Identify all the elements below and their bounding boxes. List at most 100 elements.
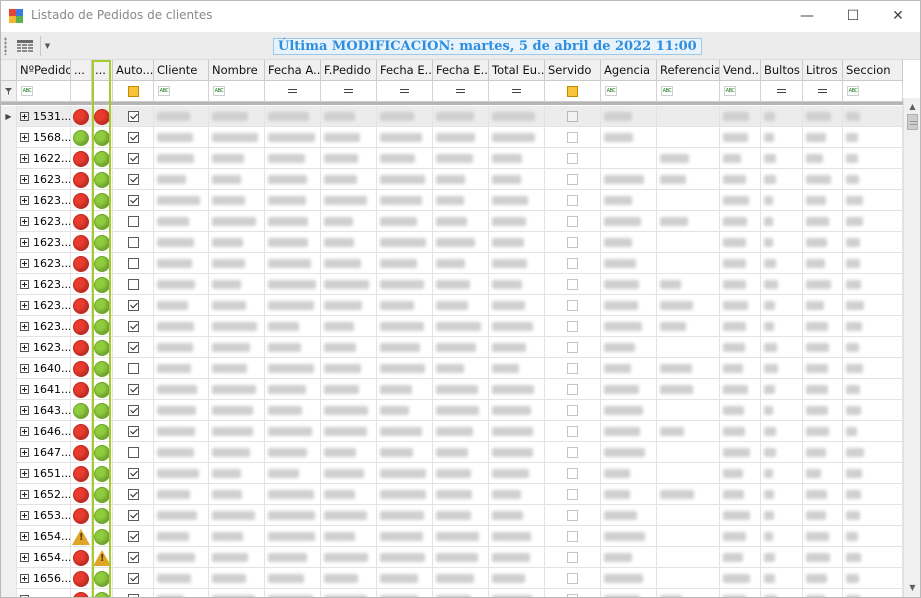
redacted-cell[interactable] xyxy=(657,190,720,211)
redacted-cell[interactable] xyxy=(545,232,601,253)
auto-checkbox[interactable] xyxy=(127,405,139,416)
redacted-cell[interactable] xyxy=(433,589,489,597)
expand-plus-icon[interactable] xyxy=(20,490,29,499)
redacted-cell[interactable] xyxy=(265,274,321,295)
redacted-cell[interactable] xyxy=(601,505,657,526)
redacted-cell[interactable] xyxy=(545,589,601,597)
expand-plus-icon[interactable] xyxy=(20,574,29,583)
redacted-cell[interactable] xyxy=(154,232,209,253)
redacted-cell[interactable] xyxy=(489,400,545,421)
redacted-cell[interactable] xyxy=(843,127,903,148)
served-checkbox[interactable] xyxy=(567,531,578,542)
redacted-cell[interactable] xyxy=(265,190,321,211)
filter-cell[interactable]: ABC xyxy=(17,81,71,102)
filter-cell[interactable]: ABC xyxy=(209,81,265,102)
redacted-cell[interactable] xyxy=(545,379,601,400)
redacted-cell[interactable] xyxy=(657,484,720,505)
redacted-cell[interactable] xyxy=(209,127,265,148)
row-indicator[interactable] xyxy=(1,526,17,547)
redacted-cell[interactable] xyxy=(154,337,209,358)
redacted-cell[interactable] xyxy=(154,127,209,148)
redacted-cell[interactable] xyxy=(321,526,377,547)
auto-cell[interactable] xyxy=(113,505,154,526)
order-number-cell[interactable]: 1623... xyxy=(17,337,71,358)
redacted-cell[interactable] xyxy=(209,106,265,127)
redacted-cell[interactable] xyxy=(489,253,545,274)
redacted-cell[interactable] xyxy=(601,589,657,597)
column-header[interactable]: Fecha A... xyxy=(265,60,321,81)
redacted-cell[interactable] xyxy=(601,484,657,505)
order-number-cell[interactable] xyxy=(17,589,71,597)
auto-checkbox[interactable] xyxy=(127,300,139,311)
row-indicator[interactable] xyxy=(1,484,17,505)
redacted-cell[interactable] xyxy=(720,547,761,568)
served-checkbox[interactable] xyxy=(567,300,578,311)
redacted-cell[interactable] xyxy=(321,127,377,148)
redacted-cell[interactable] xyxy=(545,547,601,568)
redacted-cell[interactable] xyxy=(803,442,843,463)
redacted-cell[interactable] xyxy=(321,211,377,232)
table-row[interactable]: 1653... xyxy=(1,505,903,526)
redacted-cell[interactable] xyxy=(154,442,209,463)
redacted-cell[interactable] xyxy=(601,253,657,274)
row-indicator[interactable] xyxy=(1,337,17,358)
redacted-cell[interactable] xyxy=(489,442,545,463)
redacted-cell[interactable] xyxy=(321,316,377,337)
expand-plus-icon[interactable] xyxy=(20,406,29,415)
table-row[interactable]: 1623... xyxy=(1,337,903,358)
filter-cell[interactable] xyxy=(761,81,803,102)
redacted-cell[interactable] xyxy=(761,505,803,526)
auto-cell[interactable] xyxy=(113,127,154,148)
expand-plus-icon[interactable] xyxy=(20,259,29,268)
redacted-cell[interactable] xyxy=(761,484,803,505)
auto-checkbox[interactable] xyxy=(127,447,139,458)
redacted-cell[interactable] xyxy=(601,232,657,253)
table-row[interactable]: 1622... xyxy=(1,148,903,169)
filter-cell[interactable]: ABC xyxy=(657,81,720,102)
redacted-cell[interactable] xyxy=(545,337,601,358)
redacted-cell[interactable] xyxy=(843,547,903,568)
row-indicator[interactable] xyxy=(1,232,17,253)
scroll-down-button[interactable]: ▼ xyxy=(904,579,920,595)
redacted-cell[interactable] xyxy=(209,547,265,568)
redacted-cell[interactable] xyxy=(377,379,433,400)
column-header[interactable]: Fecha E... xyxy=(377,60,433,81)
redacted-cell[interactable] xyxy=(720,379,761,400)
redacted-cell[interactable] xyxy=(545,442,601,463)
order-number-cell[interactable]: 1653... xyxy=(17,505,71,526)
column-header[interactable]: ... xyxy=(92,60,113,81)
redacted-cell[interactable] xyxy=(761,526,803,547)
redacted-cell[interactable] xyxy=(433,568,489,589)
served-checkbox[interactable] xyxy=(567,342,578,353)
row-indicator[interactable] xyxy=(1,295,17,316)
redacted-cell[interactable] xyxy=(489,232,545,253)
column-header[interactable]: Bultos xyxy=(761,60,803,81)
redacted-cell[interactable] xyxy=(377,190,433,211)
filter-cell[interactable]: ABC xyxy=(601,81,657,102)
filter-cell[interactable] xyxy=(71,81,92,102)
redacted-cell[interactable] xyxy=(601,568,657,589)
redacted-cell[interactable] xyxy=(321,589,377,597)
redacted-cell[interactable] xyxy=(154,568,209,589)
column-header[interactable]: Total Eu... xyxy=(489,60,545,81)
redacted-cell[interactable] xyxy=(321,106,377,127)
redacted-cell[interactable] xyxy=(154,379,209,400)
redacted-cell[interactable] xyxy=(720,106,761,127)
redacted-cell[interactable] xyxy=(377,169,433,190)
filter-cell[interactable]: ABC xyxy=(843,81,903,102)
redacted-cell[interactable] xyxy=(657,295,720,316)
redacted-cell[interactable] xyxy=(433,526,489,547)
order-number-cell[interactable]: 1640... xyxy=(17,358,71,379)
redacted-cell[interactable] xyxy=(321,274,377,295)
redacted-cell[interactable] xyxy=(489,337,545,358)
row-indicator[interactable] xyxy=(1,211,17,232)
redacted-cell[interactable] xyxy=(265,442,321,463)
redacted-cell[interactable] xyxy=(803,253,843,274)
redacted-cell[interactable] xyxy=(657,232,720,253)
redacted-cell[interactable] xyxy=(803,421,843,442)
order-number-cell[interactable]: 1623... xyxy=(17,232,71,253)
redacted-cell[interactable] xyxy=(433,547,489,568)
expand-plus-icon[interactable] xyxy=(20,154,29,163)
order-number-cell[interactable]: 1651... xyxy=(17,463,71,484)
redacted-cell[interactable] xyxy=(601,526,657,547)
